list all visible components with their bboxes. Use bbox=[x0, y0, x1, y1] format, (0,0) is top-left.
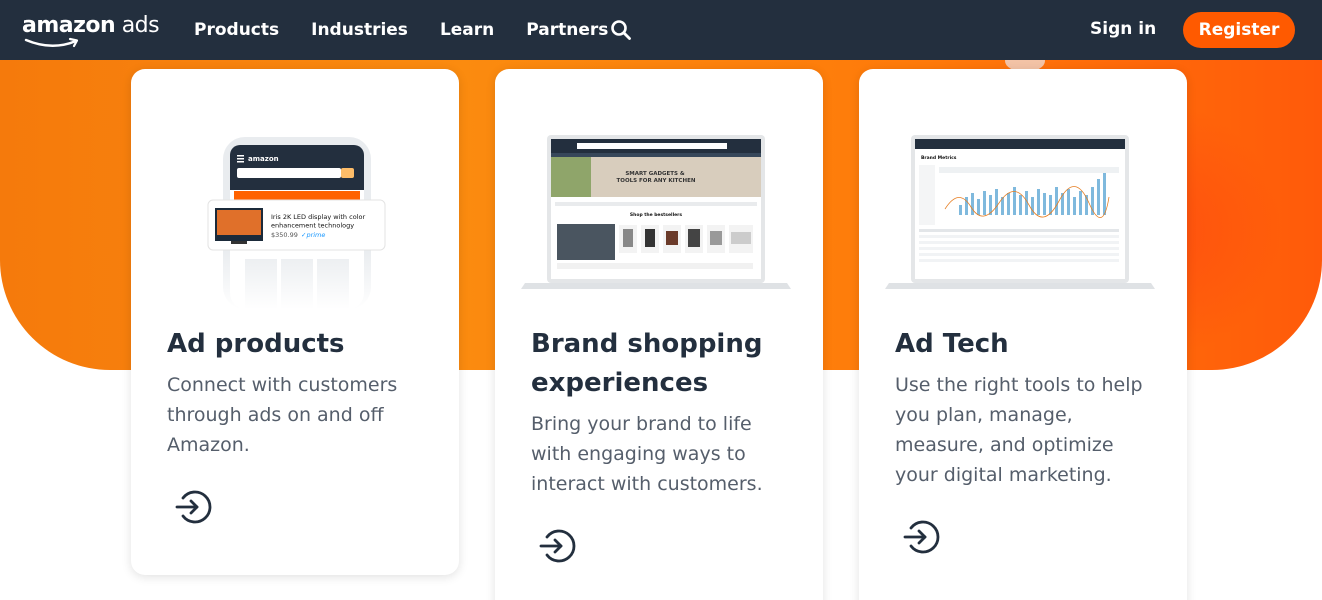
card-image-laptop-store: SMART GADGETS & TOOLS FOR ANY KITCHEN Sh… bbox=[521, 135, 791, 289]
phone-product-price: $350.99 bbox=[271, 231, 298, 239]
nav-link-products[interactable]: Products bbox=[194, 20, 279, 40]
sign-in-link[interactable]: Sign in bbox=[1090, 19, 1156, 39]
phone-product-title: Iris 2K LED display with color enhanceme… bbox=[271, 213, 367, 230]
logo-word-ads: ads bbox=[121, 13, 160, 38]
card-description: Use the right tools to help you plan, ma… bbox=[895, 374, 1143, 486]
card-ad-products[interactable]: amazon Iris 2K LED display with color en… bbox=[131, 69, 459, 575]
nav-link-learn[interactable]: Learn bbox=[440, 20, 494, 40]
nav-link-industries[interactable]: Industries bbox=[311, 20, 408, 40]
arrow-circle-icon[interactable] bbox=[537, 526, 577, 566]
nav-link-partners[interactable]: Partners bbox=[526, 20, 608, 40]
arrow-circle-icon[interactable] bbox=[173, 487, 213, 527]
logo-word-amazon: amazon bbox=[22, 13, 116, 38]
store-banner-text: SMART GADGETS & TOOLS FOR ANY KITCHEN bbox=[617, 171, 696, 184]
amazon-ads-logo[interactable]: amazon ads bbox=[22, 13, 160, 49]
card-ad-tech[interactable]: Brand Metrics Ad Tech Use the right tool… bbox=[859, 69, 1187, 600]
search-icon[interactable] bbox=[610, 19, 632, 41]
card-title: Brand shopping experiences bbox=[531, 329, 763, 398]
nav-links: Products Industries Learn Partners bbox=[194, 0, 608, 60]
smile-icon bbox=[24, 37, 79, 48]
card-title: Ad Tech bbox=[895, 329, 1009, 359]
phone-amazon-logo: amazon bbox=[248, 155, 279, 163]
card-image-phone: amazon Iris 2K LED display with color en… bbox=[207, 137, 386, 309]
register-button[interactable]: Register bbox=[1183, 12, 1295, 48]
card-title: Ad products bbox=[167, 329, 345, 359]
arrow-circle-icon[interactable] bbox=[901, 517, 941, 557]
card-image-laptop-dashboard: Brand Metrics bbox=[885, 135, 1155, 289]
card-description: Connect with customers through ads on an… bbox=[167, 374, 398, 456]
prime-badge: ✓prime bbox=[301, 231, 325, 239]
card-brand-shopping[interactable]: SMART GADGETS & TOOLS FOR ANY KITCHEN Sh… bbox=[495, 69, 823, 600]
dashboard-heading: Brand Metrics bbox=[921, 155, 957, 161]
top-nav: amazon ads Products Industries Learn Par… bbox=[0, 0, 1322, 60]
store-section-title: Shop the bestsellers bbox=[630, 212, 682, 218]
card-description: Bring your brand to life with engaging w… bbox=[531, 413, 763, 495]
